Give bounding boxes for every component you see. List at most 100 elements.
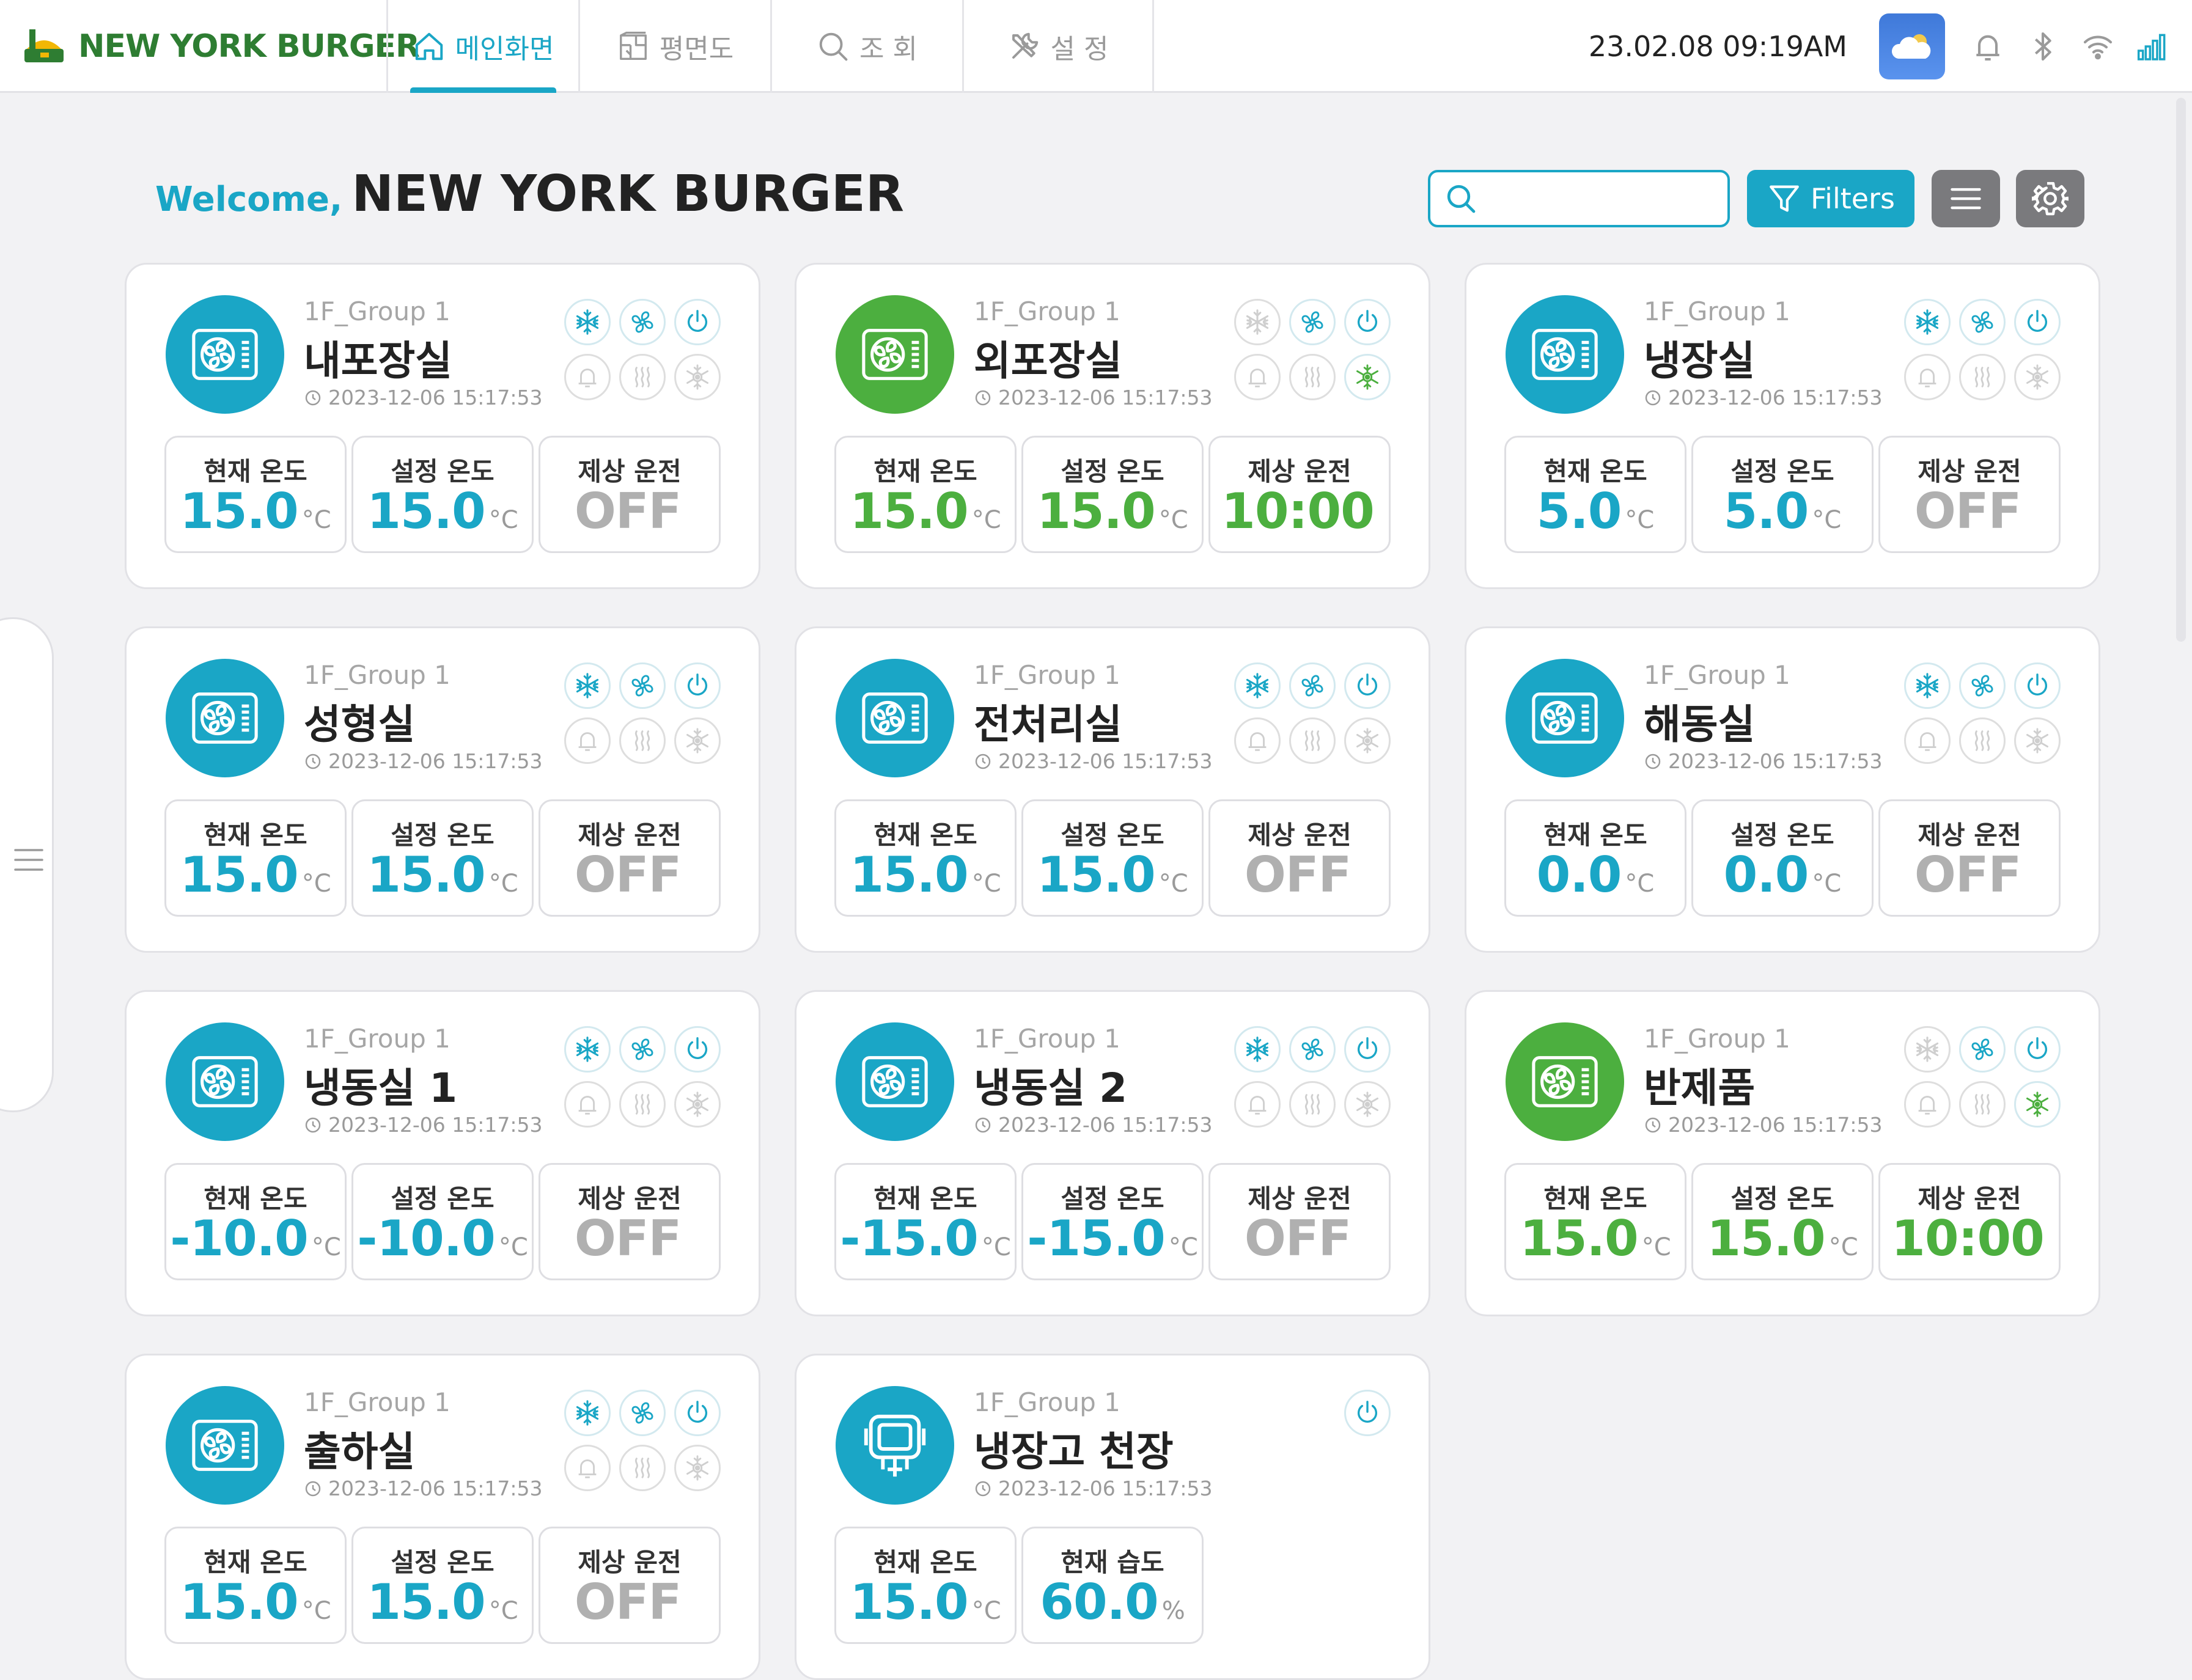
stat-value: OFF <box>540 1574 719 1630</box>
bell-icon[interactable] <box>1234 717 1281 764</box>
power-icon[interactable] <box>2014 299 2061 345</box>
stat-box: 설정 온도 -10.0 °C <box>351 1163 534 1280</box>
tab-search[interactable]: 조 회 <box>770 0 962 93</box>
defrost-icon[interactable] <box>674 1445 721 1491</box>
power-icon[interactable] <box>674 299 721 345</box>
tab-floorplan[interactable]: 평면도 <box>578 0 770 93</box>
tab-main[interactable]: 메인화면 <box>386 0 578 93</box>
bell-icon[interactable] <box>1234 354 1281 400</box>
heater-icon[interactable] <box>619 1081 666 1128</box>
heater-icon[interactable] <box>619 354 666 400</box>
heater-icon[interactable] <box>1289 354 1336 400</box>
fan-icon[interactable] <box>1289 1026 1336 1073</box>
snowflake-icon[interactable] <box>1904 1026 1951 1073</box>
snowflake-icon[interactable] <box>1234 1026 1281 1073</box>
power-icon[interactable] <box>1344 1390 1391 1436</box>
unit-card[interactable]: 1F_Group 1 출하실 2023-12-06 15:17:53 현재 온도 1… <box>125 1354 760 1680</box>
defrost-icon[interactable] <box>674 354 721 400</box>
unit-card[interactable]: 1F_Group 1 냉장실 2023-12-06 15:17:53 현재 온도 5… <box>1465 263 2100 589</box>
power-icon[interactable] <box>1344 662 1391 709</box>
snowflake-icon[interactable] <box>564 1390 611 1436</box>
snowflake-icon[interactable] <box>1234 299 1281 345</box>
defrost-icon[interactable] <box>2014 354 2061 400</box>
signal-icon[interactable] <box>2136 29 2170 64</box>
filters-button[interactable]: Filters <box>1747 170 1914 227</box>
power-icon[interactable] <box>674 662 721 709</box>
power-icon[interactable] <box>2014 1026 2061 1073</box>
snowflake-icon[interactable] <box>1234 662 1281 709</box>
power-icon[interactable] <box>2014 662 2061 709</box>
snowflake-icon[interactable] <box>1904 299 1951 345</box>
power-icon[interactable] <box>1344 1026 1391 1073</box>
defrost-icon[interactable] <box>674 1081 721 1128</box>
card-time-text: 2023-12-06 15:17:53 <box>998 1476 1213 1500</box>
bell-icon[interactable] <box>564 354 611 400</box>
fan-icon[interactable] <box>1959 1026 2006 1073</box>
defrost-icon[interactable] <box>1344 1081 1391 1128</box>
weather-button[interactable] <box>1879 13 1945 79</box>
bell-icon[interactable] <box>564 1445 611 1491</box>
snowflake-icon[interactable] <box>564 662 611 709</box>
fan-icon[interactable] <box>619 299 666 345</box>
search-input[interactable] <box>1488 184 1723 213</box>
fan-icon[interactable] <box>619 662 666 709</box>
unit-card[interactable]: 1F_Group 1 해동실 2023-12-06 15:17:53 현재 온도 0… <box>1465 626 2100 953</box>
defrost-icon[interactable] <box>2014 1081 2061 1128</box>
bell-icon[interactable] <box>1904 354 1951 400</box>
fan-icon[interactable] <box>1289 662 1336 709</box>
unit-card[interactable]: 1F_Group 1 냉동실 2 2023-12-06 15:17:53 현재 온도… <box>795 990 1430 1316</box>
power-icon[interactable] <box>1344 299 1391 345</box>
bell-icon[interactable] <box>1234 1081 1281 1128</box>
stat-box: 현재 온도 15.0 °C <box>164 799 347 917</box>
heater-icon[interactable] <box>1959 717 2006 764</box>
fan-icon[interactable] <box>1959 299 2006 345</box>
stat-number: 15.0 <box>1707 1210 1825 1267</box>
search-field[interactable] <box>1428 170 1730 227</box>
unit-card[interactable]: 1F_Group 1 반제품 2023-12-06 15:17:53 현재 온도 1… <box>1465 990 2100 1316</box>
unit-card[interactable]: 1F_Group 1 전처리실 2023-12-06 15:17:53 현재 온도 … <box>795 626 1430 953</box>
defrost-icon[interactable] <box>674 717 721 764</box>
side-drawer-handle[interactable] <box>0 617 54 1112</box>
stat-value: OFF <box>540 483 719 540</box>
defrost-icon[interactable] <box>1344 354 1391 400</box>
defrost-icon[interactable] <box>1344 717 1391 764</box>
unit-card[interactable]: 1F_Group 1 내포장실 2023-12-06 15:17:53 현재 온도 … <box>125 263 760 589</box>
snowflake-icon[interactable] <box>564 299 611 345</box>
scrollbar[interactable] <box>2176 98 2186 642</box>
defrost-icon[interactable] <box>2014 717 2061 764</box>
heater-icon[interactable] <box>1289 717 1336 764</box>
bell-icon[interactable] <box>1971 29 2005 64</box>
fan-icon[interactable] <box>1289 299 1336 345</box>
stat-number: 0.0 <box>1723 846 1809 903</box>
tab-settings[interactable]: 설 정 <box>962 0 1154 93</box>
bell-icon[interactable] <box>564 717 611 764</box>
wifi-icon[interactable] <box>2081 29 2115 64</box>
snowflake-icon[interactable] <box>564 1026 611 1073</box>
card-group: 1F_Group 1 <box>974 660 1120 690</box>
unit-card[interactable]: 1F_Group 1 냉장고 천장 2023-12-06 15:17:53 현재 온… <box>795 1354 1430 1680</box>
bell-icon[interactable] <box>564 1081 611 1128</box>
unit-card[interactable]: 1F_Group 1 성형실 2023-12-06 15:17:53 현재 온도 1… <box>125 626 760 953</box>
unit-card[interactable]: 1F_Group 1 냉동실 1 2023-12-06 15:17:53 현재 온도… <box>125 990 760 1316</box>
power-icon[interactable] <box>674 1390 721 1436</box>
unit-card[interactable]: 1F_Group 1 외포장실 2023-12-06 15:17:53 현재 온도 … <box>795 263 1430 589</box>
stat-number: 15.0 <box>1037 483 1155 540</box>
bluetooth-icon[interactable] <box>2026 29 2060 64</box>
heater-icon[interactable] <box>1289 1081 1336 1128</box>
heater-icon[interactable] <box>1959 354 2006 400</box>
brand-logo[interactable]: NEW YORK BURGER <box>22 23 420 70</box>
bell-icon[interactable] <box>1904 1081 1951 1128</box>
list-view-button[interactable] <box>1932 170 2000 227</box>
stat-number: -15.0 <box>840 1210 979 1267</box>
stat-unit: °C <box>488 1597 518 1625</box>
fan-icon[interactable] <box>1959 662 2006 709</box>
bell-icon[interactable] <box>1904 717 1951 764</box>
settings-button[interactable] <box>2016 170 2084 227</box>
power-icon[interactable] <box>674 1026 721 1073</box>
heater-icon[interactable] <box>619 717 666 764</box>
heater-icon[interactable] <box>1959 1081 2006 1128</box>
heater-icon[interactable] <box>619 1445 666 1491</box>
fan-icon[interactable] <box>619 1026 666 1073</box>
snowflake-icon[interactable] <box>1904 662 1951 709</box>
fan-icon[interactable] <box>619 1390 666 1436</box>
